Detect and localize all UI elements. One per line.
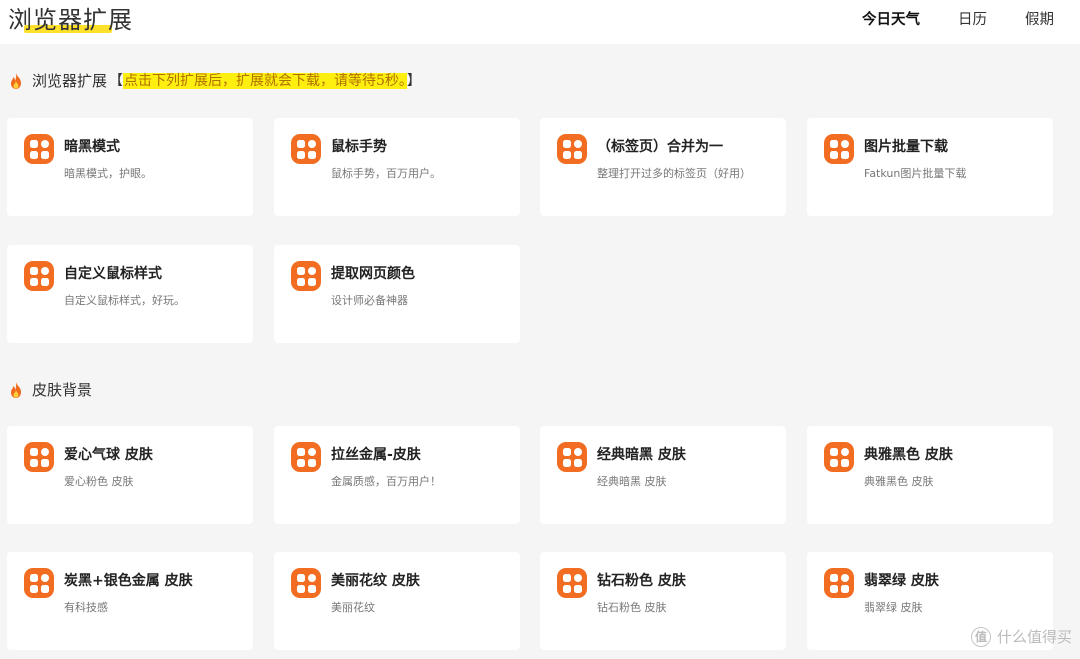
card-title: 自定义鼠标样式 [64,266,162,282]
skin-card-floral-pattern[interactable]: 美丽花纹 皮肤 美丽花纹 [274,552,520,650]
app-grid-icon [824,568,854,598]
card-desc: 整理打开过多的标签页（好用） [597,167,751,180]
card-title: 暗黑模式 [64,139,120,155]
card-title: 经典暗黑 皮肤 [597,447,686,463]
section-skins: 皮肤背景 [8,380,92,400]
skin-card-diamond-pink[interactable]: 钻石粉色 皮肤 钻石粉色 皮肤 [540,552,786,650]
watermark-text: 什么值得买 [996,628,1072,646]
card-desc: 自定义鼠标样式，好玩。 [64,294,185,307]
app-grid-icon [291,261,321,291]
card-title: 美丽花纹 皮肤 [331,573,420,589]
skin-card-carbon-silver[interactable]: 炭黑+银色金属 皮肤 有科技感 [7,552,253,650]
app-grid-icon [291,134,321,164]
app-grid-icon [24,261,54,291]
card-desc: 经典暗黑 皮肤 [597,475,667,488]
skin-card-brushed-metal[interactable]: 拉丝金属-皮肤 金属质感，百万用户！ [274,426,520,524]
app-grid-icon [557,134,587,164]
section-browser-extensions: 浏览器扩展 【点击下列扩展后，扩展就会下载，请等待5秒。】 [8,71,421,91]
card-title: 翡翠绿 皮肤 [864,573,939,589]
skin-card-elegant-black[interactable]: 典雅黑色 皮肤 典雅黑色 皮肤 [807,426,1053,524]
card-title: 钻石粉色 皮肤 [597,573,686,589]
section-title-text: 皮肤背景 [32,381,93,399]
card-title: 拉丝金属-皮肤 [331,447,421,463]
section-title-text: 浏览器扩展 [32,72,108,90]
card-desc: 美丽花纹 [331,601,375,614]
card-desc: 鼠标手势，百万用户。 [331,167,441,180]
site-title[interactable]: 浏览器扩展 [8,4,133,36]
fire-icon [11,73,21,89]
card-title: 典雅黑色 皮肤 [864,447,953,463]
app-grid-icon [291,568,321,598]
app-grid-icon [24,568,54,598]
download-notice: 【点击下列扩展后，扩展就会下载，请等待5秒。】 [109,73,421,89]
card-title: 炭黑+银色金属 皮肤 [64,573,193,589]
card-desc: 钻石粉色 皮肤 [597,601,667,614]
card-title: 鼠标手势 [331,139,387,155]
app-grid-icon [557,442,587,472]
nav-weather[interactable]: 今日天气 [862,10,920,30]
app-grid-icon [557,568,587,598]
skin-card-classic-dark[interactable]: 经典暗黑 皮肤 经典暗黑 皮肤 [540,426,786,524]
card-desc: 设计师必备神器 [331,294,408,307]
card-desc: 翡翠绿 皮肤 [864,601,923,614]
smzdm-logo-icon: 值 [970,626,991,647]
card-desc: 典雅黑色 皮肤 [864,475,934,488]
card-title: （标签页）合并为一 [597,139,723,155]
app-grid-icon [291,442,321,472]
card-title: 提取网页颜色 [331,266,415,282]
nav-holidays[interactable]: 假期 [1025,10,1054,30]
card-desc: 金属质感，百万用户！ [331,475,441,488]
extension-card-color-picker[interactable]: 提取网页颜色 设计师必备神器 [274,245,520,343]
app-grid-icon [24,442,54,472]
extension-card-image-download[interactable]: 图片批量下载 Fatkun图片批量下载 [807,118,1053,216]
card-desc: 暗黑模式，护眼。 [64,167,152,180]
extension-card-dark-mode[interactable]: 暗黑模式 暗黑模式，护眼。 [7,118,253,216]
watermark: 值 什么值得买 [970,626,1072,647]
card-title: 图片批量下载 [864,139,948,155]
card-desc: Fatkun图片批量下载 [864,167,967,180]
app-grid-icon [24,134,54,164]
fire-icon [11,382,21,398]
nav-calendar[interactable]: 日历 [958,10,987,30]
extension-card-custom-cursor[interactable]: 自定义鼠标样式 自定义鼠标样式，好玩。 [7,245,253,343]
app-grid-icon [824,134,854,164]
extension-card-tab-merge[interactable]: （标签页）合并为一 整理打开过多的标签页（好用） [540,118,786,216]
card-desc: 有科技感 [64,601,108,614]
skin-card-heart-balloon[interactable]: 爱心气球 皮肤 爱心粉色 皮肤 [7,426,253,524]
app-grid-icon [824,442,854,472]
card-desc: 爱心粉色 皮肤 [64,475,134,488]
top-nav: 今日天气 日历 假期 [862,10,1054,30]
extension-card-mouse-gesture[interactable]: 鼠标手势 鼠标手势，百万用户。 [274,118,520,216]
top-header: 浏览器扩展 今日天气 日历 假期 [0,0,1080,44]
card-title: 爱心气球 皮肤 [64,447,153,463]
